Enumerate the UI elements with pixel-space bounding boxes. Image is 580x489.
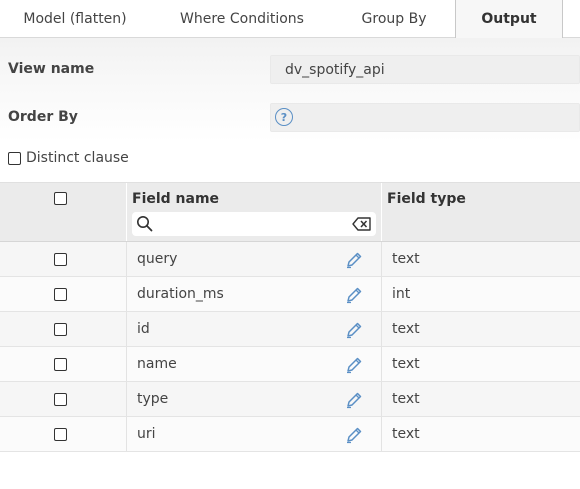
field-type-cell: text [392,391,420,407]
help-circle-icon[interactable]: ? [275,108,293,126]
pencil-icon[interactable] [344,355,364,375]
field-name-cell: query [137,251,178,267]
tab-label: Model (flatten) [23,11,127,27]
column-divider [126,347,127,381]
column-divider [381,277,382,311]
field-name-cell: name [137,356,177,372]
field-name-cell: type [137,391,169,407]
select-all-checkbox[interactable] [54,192,67,205]
table-row[interactable]: uri text [0,417,580,452]
field-name-cell: uri [137,426,156,442]
pencil-icon[interactable] [344,425,364,445]
order-by-input[interactable] [270,103,580,132]
pencil-icon[interactable] [344,390,364,410]
table-row[interactable]: type text [0,382,580,417]
tab-bar: Model (flatten) Where Conditions Group B… [0,0,580,39]
tab-model-flatten[interactable]: Model (flatten) [0,0,150,38]
column-divider [126,183,127,241]
column-divider [126,417,127,451]
order-by-label: Order By [8,109,78,125]
distinct-clause-option[interactable]: Distinct clause [8,150,129,166]
view-name-input[interactable]: dv_spotify_api [270,55,580,84]
tab-group-by[interactable]: Group By [334,0,454,38]
row-checkbox[interactable] [54,323,67,336]
tab-output[interactable]: Output [455,0,563,39]
column-divider [381,382,382,416]
field-type-cell: text [392,251,420,267]
row-checkbox[interactable] [54,428,67,441]
table-body: query text duration_ms int id text name … [0,242,580,452]
header-field-type: Field type [387,191,466,207]
table-row[interactable]: duration_ms int [0,277,580,312]
view-name-label: View name [8,61,95,77]
tab-label: Group By [361,11,427,27]
row-checkbox[interactable] [54,253,67,266]
field-type-cell: int [392,286,411,302]
column-divider [126,242,127,276]
tab-label: Where Conditions [180,11,304,27]
row-checkbox[interactable] [54,358,67,371]
column-divider [126,312,127,346]
row-checkbox[interactable] [54,288,67,301]
search-icon [137,216,153,232]
field-name-cell: duration_ms [137,286,224,302]
column-divider [381,312,382,346]
backspace-icon[interactable] [352,217,372,231]
distinct-checkbox[interactable] [8,151,21,165]
column-divider [381,183,382,241]
table-row[interactable]: query text [0,242,580,277]
view-name-value: dv_spotify_api [285,61,385,78]
field-search-input[interactable] [132,212,376,236]
column-divider [381,417,382,451]
column-divider [126,277,127,311]
row-checkbox[interactable] [54,393,67,406]
field-type-cell: text [392,426,420,442]
pencil-icon[interactable] [344,285,364,305]
table-header: Field name Field type [0,182,580,242]
field-type-cell: text [392,321,420,337]
field-name-cell: id [137,321,150,337]
column-divider [381,242,382,276]
column-divider [381,347,382,381]
tab-where-conditions[interactable]: Where Conditions [150,0,334,38]
table-row[interactable]: name text [0,347,580,382]
field-type-cell: text [392,356,420,372]
header-field-name: Field name [132,191,220,207]
tab-label: Output [481,11,537,27]
distinct-label: Distinct clause [26,150,129,166]
pencil-icon[interactable] [344,320,364,340]
column-divider [126,382,127,416]
table-row[interactable]: id text [0,312,580,347]
fields-table: Field name Field type query text duratio… [0,182,580,452]
pencil-icon[interactable] [344,250,364,270]
